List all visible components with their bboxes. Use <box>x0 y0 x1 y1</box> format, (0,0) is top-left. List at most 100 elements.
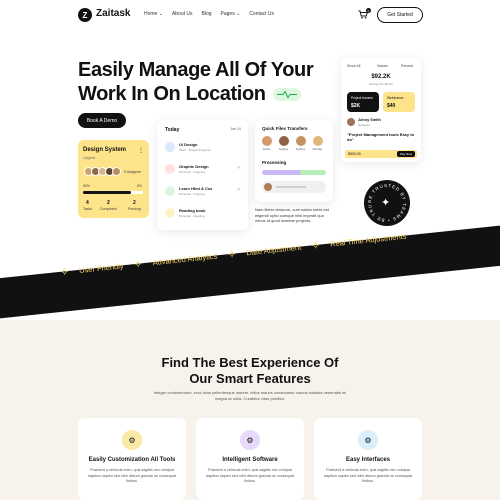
features-subtitle: Integer condimentum, eros vitae pellente… <box>153 390 347 401</box>
feature-card[interactable]: ⚙ Easy Interfaces Praesent a vehicula en… <box>314 418 422 500</box>
task-icon <box>165 186 175 196</box>
person-item[interactable]: Sydney <box>295 136 306 151</box>
stat-pending-label: Pending <box>128 207 141 211</box>
task-name: Learn Html & Css <box>179 186 213 191</box>
sparkle-icon: ✧ <box>310 239 321 253</box>
avatar <box>264 183 272 191</box>
features-title: Find The Best Experience Of Our Smart Fe… <box>161 355 339 386</box>
feature-card[interactable]: ⚙ Easily Customization All Tools Praesen… <box>78 418 186 500</box>
person-name: Johny Smith <box>358 118 381 122</box>
quote-text: "Project Management tools Easy to do" <box>347 132 415 142</box>
pulse-icon <box>273 88 301 101</box>
settings-icon: ⚙ <box>240 430 260 450</box>
menu-item-blog[interactable]: Blog <box>202 11 212 17</box>
menu-item-home[interactable]: Home ⌄ <box>144 11 163 17</box>
avatar <box>295 136 306 146</box>
task-icon <box>165 208 175 218</box>
person-name: Sydney <box>295 147 306 151</box>
pay-now-button[interactable]: Pay Now <box>397 151 415 157</box>
payment-amount: $500,00 <box>348 152 361 156</box>
list-item[interactable]: Reading book Personal · Reading <box>165 206 241 222</box>
menu-item-pages[interactable]: Pages ⌄ <box>221 11 241 17</box>
feature-title: Intelligent Software <box>222 457 278 463</box>
person-item[interactable]: Sydney <box>278 136 289 151</box>
avatar <box>112 167 121 176</box>
income-chip: Project Income $2K <box>347 92 379 112</box>
balance-amount: $92.2K <box>371 74 391 80</box>
tab-values[interactable]: Values <box>377 64 387 68</box>
get-started-button[interactable]: Get Started <box>377 7 423 23</box>
card-title: Quick Files Transfers <box>262 126 308 131</box>
tab-percent[interactable]: Percent <box>401 64 413 68</box>
task-name: UI Design <box>179 142 198 147</box>
person-name: Jamie <box>262 147 271 151</box>
avatar <box>347 118 355 126</box>
list-item[interactable]: Graphic Design Personal · Ongoing ✓ <box>165 162 241 178</box>
assignee-count: 5 Assignee <box>124 170 142 174</box>
hero-description: Nam libero tempore, cum soluta nobis est… <box>255 207 329 223</box>
more-icon[interactable]: ⋮ <box>138 147 144 154</box>
chip-value: $40 <box>387 103 396 109</box>
feature-description: Praesent a vehicula enim, quis sagittis … <box>88 468 176 483</box>
stat-tasks-label: Tasks <box>83 207 92 211</box>
main-menu: Home ⌄ About Us Blog Pages ⌄ Contact Us <box>144 11 274 17</box>
chip-label: Webinance <box>387 96 404 100</box>
task-sub: Personal · Reading <box>179 214 205 218</box>
status-label: Urgent <box>83 155 96 160</box>
processing-bar <box>262 170 326 175</box>
check-icon[interactable]: ✓ <box>237 187 241 193</box>
progress-fill <box>83 191 131 194</box>
list-item[interactable]: Learn Html & Css Personal · Ongoing ✓ <box>165 184 241 200</box>
task-icon <box>165 164 175 174</box>
feature-title: Easily Customization All Tools <box>88 457 176 463</box>
ribbon-item: Real Time Adjustments <box>329 231 407 249</box>
ribbon-item: User Friendly <box>78 260 124 275</box>
sparkle-icon: ✧ <box>59 265 70 279</box>
menu-item-contact[interactable]: Contact Us <box>249 11 274 17</box>
progress-label: 80% <box>83 184 91 188</box>
placeholder-line <box>276 186 306 188</box>
balance-card: Show All Values Percent $92.2K Saving Pe… <box>341 58 421 162</box>
card-title: Design System <box>83 147 127 153</box>
ribbon-item: Advanced Analytics <box>152 251 218 267</box>
cart-count-badge: 0 <box>366 8 371 13</box>
task-name: Graphic Design <box>179 164 209 169</box>
person-name: Monday <box>312 147 323 151</box>
tab-show-all[interactable]: Show All <box>347 64 360 68</box>
processing-item <box>262 181 326 193</box>
settings-icon: ⚙ <box>358 430 378 450</box>
menu-item-about[interactable]: About Us <box>172 11 193 17</box>
book-demo-button[interactable]: Book A Demo <box>78 113 126 128</box>
feature-description: Praesent a vehicula enim, quis sagittis … <box>206 468 294 483</box>
task-icon <box>165 142 175 152</box>
payment-row: $500,00 Pay Now <box>345 150 417 158</box>
person-item[interactable]: Jamie <box>261 136 272 151</box>
task-sub: Personal · Ongoing <box>179 192 205 196</box>
list-item[interactable]: UI Design Work · Project Progress <box>165 140 241 156</box>
today-tasks-card: Today Jan 24 UI Design Work · Project Pr… <box>157 120 248 230</box>
feature-description: Praesent a vehicula enim, quis sagittis … <box>324 468 412 483</box>
person-item[interactable]: Monday <box>312 136 323 151</box>
logo-icon[interactable]: Z <box>78 8 92 22</box>
task-sub: Personal · Ongoing <box>179 170 205 174</box>
sparkle-icon: ✧ <box>226 247 238 261</box>
design-system-card: Design System Urgent ⋮ 5 Assignee 80% 8%… <box>78 140 149 218</box>
stat-pending-value: 2 <box>133 200 136 206</box>
chip-label: Project Income <box>351 96 373 100</box>
avatar <box>278 136 289 146</box>
avatar <box>261 136 272 146</box>
stat-completed-value: 2 <box>107 200 110 206</box>
ribbon-item: Date Adjustment <box>245 242 302 257</box>
person-role: Designer <box>358 123 371 127</box>
date-label: Jan 24 <box>230 127 241 131</box>
stat-tasks-value: 4 <box>86 200 89 206</box>
star-icon: ✦ <box>381 197 391 209</box>
processing-label: Processing <box>262 160 287 165</box>
check-icon[interactable]: ✓ <box>237 165 241 171</box>
brand-name[interactable]: Zaitask <box>96 8 130 19</box>
balance-sub: Saving Per Month <box>369 82 393 86</box>
chip-value: $2K <box>351 103 361 109</box>
hero-title: Easily Manage All Of Your Work In On Loc… <box>78 59 314 105</box>
quick-transfers-card: Quick Files Transfers Jamie Sydney Sydne… <box>255 120 333 202</box>
feature-card[interactable]: ⚙ Intelligent Software Praesent a vehicu… <box>196 418 304 500</box>
